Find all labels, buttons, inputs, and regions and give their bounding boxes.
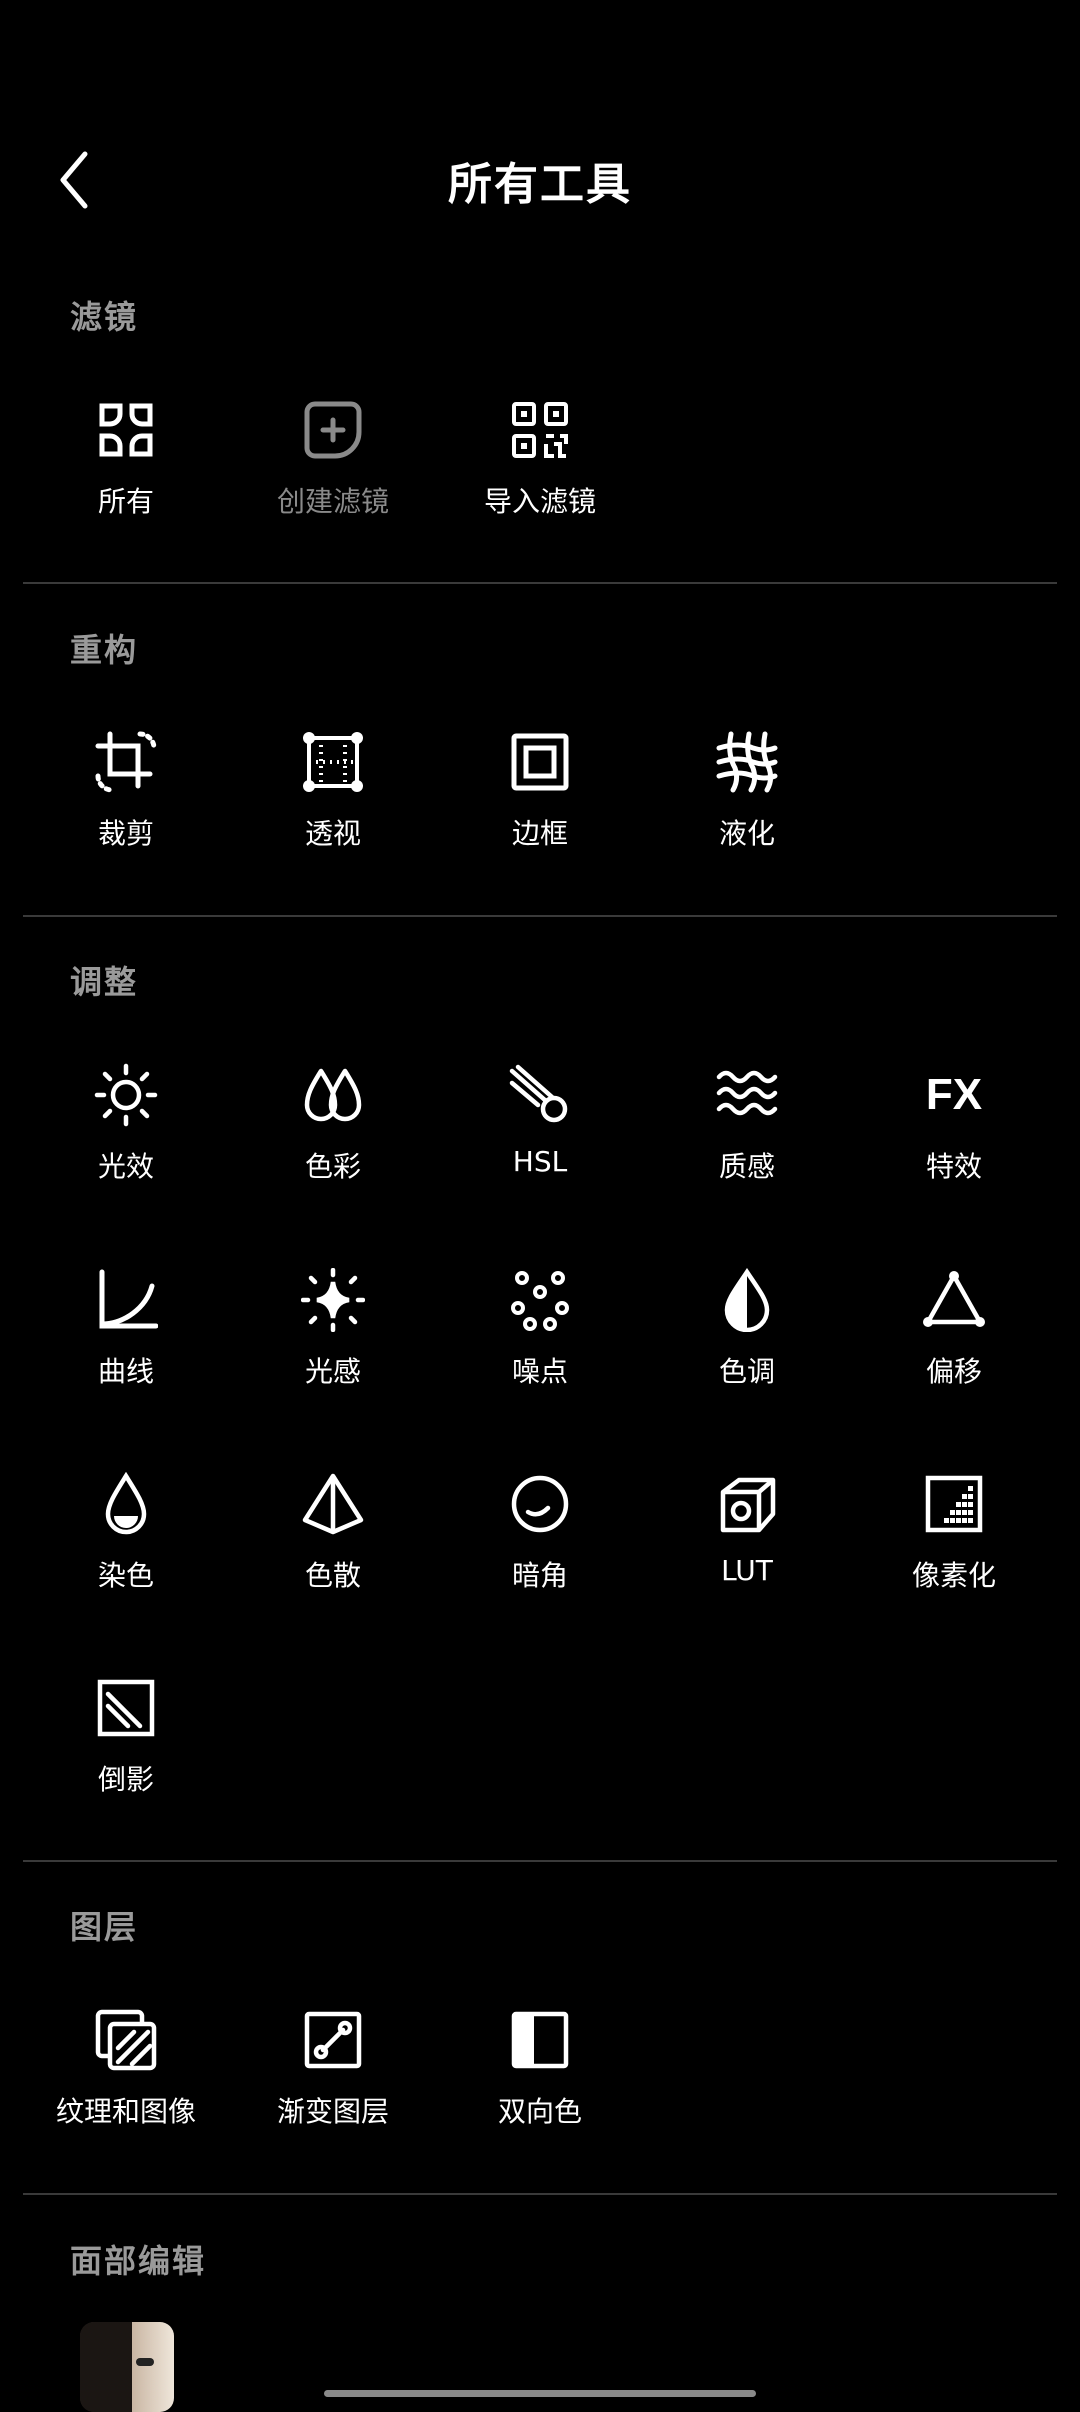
tool-crop[interactable]: 裁剪 bbox=[26, 730, 226, 880]
tool-liquify[interactable]: 液化 bbox=[647, 730, 847, 880]
tool-label: 染色 bbox=[97, 1559, 154, 1592]
tool-label: 像素化 bbox=[911, 1559, 996, 1592]
tool-perspective[interactable]: 透视 bbox=[233, 730, 433, 880]
tool-offset[interactable]: 偏移 bbox=[854, 1268, 1054, 1418]
tool-label: LUT bbox=[721, 1554, 773, 1587]
curve-icon bbox=[94, 1268, 158, 1332]
tool-label: 光感 bbox=[304, 1355, 361, 1388]
cube-icon bbox=[715, 1472, 779, 1536]
divider bbox=[23, 582, 1057, 584]
tool-texture-image[interactable]: 纹理和图像 bbox=[26, 2008, 226, 2158]
section-title-face-edit: 面部编辑 bbox=[70, 2242, 207, 2280]
tool-label: 色调 bbox=[718, 1355, 775, 1388]
triangle-icon bbox=[922, 1268, 986, 1332]
tool-label: 暗角 bbox=[511, 1559, 568, 1592]
tool-label: 色散 bbox=[304, 1559, 361, 1592]
face-edit-thumbnail[interactable] bbox=[80, 2322, 174, 2412]
grid-petals-icon bbox=[94, 398, 158, 462]
tool-light[interactable]: 光效 bbox=[26, 1063, 226, 1213]
tool-label: 创建滤镜 bbox=[276, 485, 389, 518]
split-square-icon bbox=[508, 2008, 572, 2072]
tool-label: 透视 bbox=[304, 817, 361, 850]
double-drop-icon bbox=[301, 1063, 365, 1127]
vignette-icon bbox=[508, 1472, 572, 1536]
tool-import-filter[interactable]: 导入滤镜 bbox=[440, 398, 640, 548]
tool-vignette[interactable]: 暗角 bbox=[440, 1472, 640, 1622]
tool-label: 导入滤镜 bbox=[483, 485, 596, 518]
tool-hsl[interactable]: HSL bbox=[440, 1063, 640, 1213]
tool-lighting[interactable]: 光感 bbox=[233, 1268, 433, 1418]
tool-label: 双向色 bbox=[497, 2095, 582, 2128]
tool-label: 特效 bbox=[925, 1150, 982, 1183]
tool-label: 纹理和图像 bbox=[55, 2095, 196, 2128]
tool-grain[interactable]: 噪点 bbox=[440, 1268, 640, 1418]
drop-icon bbox=[94, 1472, 158, 1536]
home-indicator[interactable] bbox=[324, 2390, 756, 2397]
dots-icon bbox=[508, 1268, 572, 1332]
layered-image-icon bbox=[94, 2008, 158, 2072]
divider bbox=[23, 915, 1057, 917]
crop-rotate-icon bbox=[94, 730, 158, 794]
add-square-icon bbox=[301, 398, 365, 462]
tool-label: 液化 bbox=[718, 817, 775, 850]
half-drop-icon bbox=[715, 1268, 779, 1332]
sun-icon bbox=[94, 1063, 158, 1127]
divider bbox=[23, 2193, 1057, 2195]
tool-label: HSL bbox=[512, 1145, 568, 1178]
sparkle-icon bbox=[301, 1268, 365, 1332]
qr-code-icon bbox=[508, 398, 572, 462]
tool-reflection[interactable]: 倒影 bbox=[26, 1676, 226, 1826]
tool-label: 倒影 bbox=[97, 1763, 154, 1796]
fx-icon: FX bbox=[922, 1063, 986, 1127]
waves-icon bbox=[715, 1063, 779, 1127]
tool-create-filter[interactable]: 创建滤镜 bbox=[233, 398, 433, 548]
prism-icon bbox=[301, 1472, 365, 1536]
section-title-layers: 图层 bbox=[70, 1908, 139, 1946]
divider bbox=[23, 1860, 1057, 1862]
tool-label: 质感 bbox=[718, 1150, 775, 1183]
tool-duotone[interactable]: 双向色 bbox=[440, 2008, 640, 2158]
tool-texture[interactable]: 质感 bbox=[647, 1063, 847, 1213]
tool-tint[interactable]: 染色 bbox=[26, 1472, 226, 1622]
reflection-icon bbox=[94, 1676, 158, 1740]
tool-gradient-layer[interactable]: 渐变图层 bbox=[233, 2008, 433, 2158]
comet-icon bbox=[508, 1063, 572, 1127]
gradient-line-icon bbox=[301, 2008, 365, 2072]
tool-border[interactable]: 边框 bbox=[440, 730, 640, 880]
tool-effects[interactable]: FX 特效 bbox=[854, 1063, 1054, 1213]
section-title-adjust: 调整 bbox=[70, 963, 139, 1001]
section-title-recompose: 重构 bbox=[70, 631, 139, 669]
tool-color[interactable]: 色彩 bbox=[233, 1063, 433, 1213]
tool-label: 所有 bbox=[97, 485, 154, 518]
warp-grid-icon bbox=[715, 730, 779, 794]
tool-label: 偏移 bbox=[925, 1355, 982, 1388]
tool-label: 边框 bbox=[511, 817, 568, 850]
tool-lut[interactable]: LUT bbox=[647, 1472, 847, 1622]
header: 所有工具 bbox=[0, 0, 1080, 260]
pixel-grid-icon bbox=[922, 1472, 986, 1536]
fx-glyph: FX bbox=[926, 1070, 982, 1119]
frame-icon bbox=[508, 730, 572, 794]
tool-all-filters[interactable]: 所有 bbox=[26, 398, 226, 548]
tool-label: 光效 bbox=[97, 1150, 154, 1183]
page-title: 所有工具 bbox=[448, 159, 632, 210]
tool-label: 色彩 bbox=[304, 1150, 361, 1183]
tool-label: 噪点 bbox=[511, 1355, 568, 1388]
perspective-icon bbox=[301, 730, 365, 794]
tool-tone[interactable]: 色调 bbox=[647, 1268, 847, 1418]
tool-pixelate[interactable]: 像素化 bbox=[854, 1472, 1054, 1622]
tool-label: 渐变图层 bbox=[276, 2095, 389, 2128]
tool-label: 裁剪 bbox=[97, 817, 154, 850]
tool-dispersion[interactable]: 色散 bbox=[233, 1472, 433, 1622]
tool-label: 曲线 bbox=[97, 1355, 154, 1388]
tool-curves[interactable]: 曲线 bbox=[26, 1268, 226, 1418]
section-title-filters: 滤镜 bbox=[70, 298, 139, 336]
